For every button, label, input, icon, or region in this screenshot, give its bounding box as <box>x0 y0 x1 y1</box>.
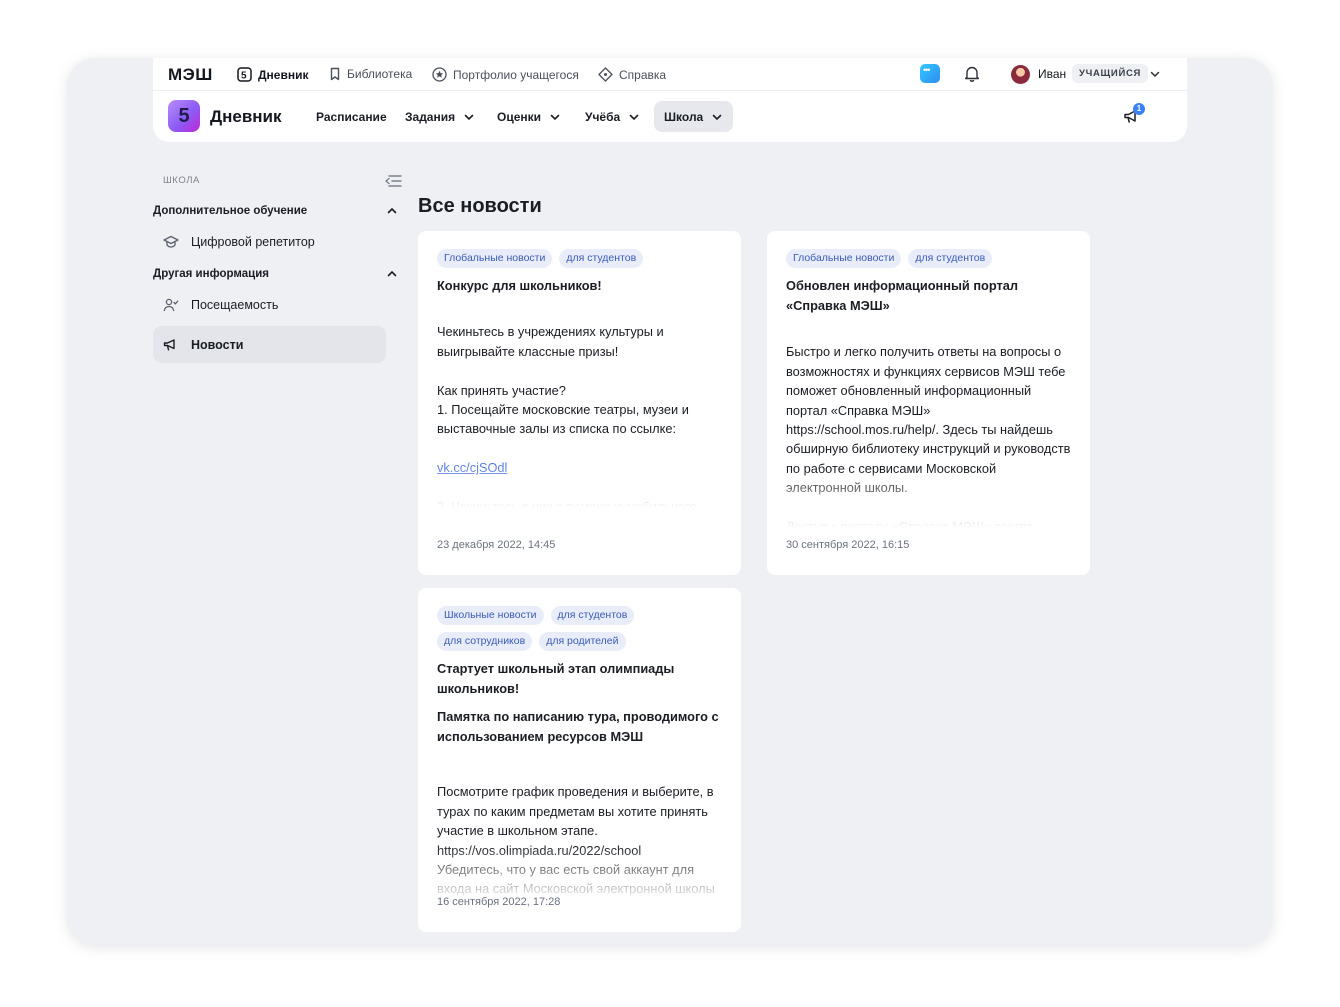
news-body-text: Быстро и легко получить ответы на вопрос… <box>786 344 1071 528</box>
news-card[interactable]: Глобальные новости для студентов Обновле… <box>767 231 1090 575</box>
news-title: Обновлен информационный портал «Справка … <box>786 278 1019 313</box>
nav-assignments[interactable]: Задания <box>395 101 485 132</box>
announcements-badge: 1 <box>1133 103 1145 115</box>
chevron-down-icon <box>712 114 722 120</box>
news-tag[interactable]: для студентов <box>559 249 644 268</box>
news-body: Чекиньтесь в учреждениях культуры и выиг… <box>437 303 722 508</box>
news-body: Посмотрите график проведения и выберите,… <box>437 763 722 903</box>
toplink-help[interactable]: Справка <box>598 67 666 82</box>
news-card[interactable]: Глобальные новости для студентов Конкурс… <box>418 231 741 575</box>
news-tags: Глобальные новости для студентов <box>786 249 1071 268</box>
page-title: Все новости <box>418 195 542 217</box>
news-link[interactable]: vk.cc/cjSOdl <box>437 460 507 475</box>
news-title: Конкурс для школьников! <box>437 278 602 293</box>
chevron-down-icon <box>550 114 560 120</box>
toplink-portfolio[interactable]: Портфолио учащегося <box>432 67 579 82</box>
bell-icon[interactable] <box>964 65 980 82</box>
diamond-help-icon <box>598 67 613 82</box>
news-tag[interactable]: Глобальные новости <box>437 249 553 268</box>
news-title: Стартует школьный этап олимпиады школьни… <box>437 661 675 696</box>
news-tag[interactable]: для родителей <box>539 632 626 651</box>
sidebar-item-news[interactable]: Новости <box>153 326 386 363</box>
sidebar-item-digital-tutor[interactable]: Цифровой репетитор <box>153 223 386 260</box>
news-tag[interactable]: для студентов <box>550 606 635 625</box>
sidebar-item-label: Посещаемость <box>191 297 279 312</box>
nav-label: Расписание <box>316 109 387 124</box>
sidebar-group-extra-education[interactable]: Дополнительное обучение <box>153 205 307 217</box>
news-date: 23 декабря 2022, 14:45 <box>437 539 556 551</box>
chat-icon[interactable] <box>920 64 940 83</box>
app-window: МЭШ 5 Дневник Библиотека Портфолио учаще… <box>67 58 1273 946</box>
nav-schedule[interactable]: Расписание <box>306 101 397 132</box>
top-bar: МЭШ 5 Дневник Библиотека Портфолио учаще… <box>153 58 1187 91</box>
toplink-library[interactable]: Библиотека <box>329 67 412 81</box>
sidebar-section-title: ШКОЛА <box>163 175 200 186</box>
graduation-cap-icon <box>163 235 179 248</box>
user-role-badge: УЧАЩИЙСЯ <box>1072 64 1149 83</box>
news-tag[interactable]: для студентов <box>908 249 993 268</box>
news-body-text: Чекиньтесь в учреждениях культуры и выиг… <box>437 324 689 437</box>
nav-study[interactable]: Учёба <box>575 101 650 132</box>
toplink-label: Дневник <box>258 67 309 82</box>
toplink-label: Библиотека <box>347 67 413 81</box>
star-circle-icon <box>432 67 447 82</box>
nav-label: Учёба <box>585 109 621 124</box>
app-title[interactable]: Дневник <box>210 107 282 127</box>
chevron-up-icon[interactable] <box>386 205 398 217</box>
nav-label: Школа <box>664 109 704 124</box>
nav-label: Оценки <box>497 109 542 124</box>
avatar[interactable] <box>1011 65 1030 84</box>
sidebar-group-other-info[interactable]: Другая информация <box>153 268 269 280</box>
user-name[interactable]: Иван <box>1038 67 1066 81</box>
chevron-down-icon <box>629 114 639 120</box>
chevron-down-icon[interactable] <box>1149 68 1161 80</box>
news-body-text: Посмотрите график проведения и выберите,… <box>437 784 715 903</box>
sidebar-item-label: Цифровой репетитор <box>191 234 315 249</box>
news-date: 16 сентября 2022, 17:28 <box>437 896 561 908</box>
nav-label: Задания <box>405 109 456 124</box>
news-tags: Глобальные новости для студентов <box>437 249 722 268</box>
chevron-up-icon[interactable] <box>386 268 398 280</box>
news-body: Быстро и легко получить ответы на вопрос… <box>786 323 1071 528</box>
news-card[interactable]: Школьные новости для студентов для сотру… <box>418 588 741 932</box>
nav-school[interactable]: Школа <box>654 101 734 132</box>
nav-grades[interactable]: Оценки <box>487 101 571 132</box>
toplink-label: Справка <box>619 67 667 82</box>
sidebar-item-attendance[interactable]: Посещаемость <box>153 286 386 323</box>
header: МЭШ 5 Дневник Библиотека Портфолио учаще… <box>153 58 1187 142</box>
megaphone-icon <box>163 338 175 350</box>
toplink-label: Портфолио учащегося <box>453 67 579 82</box>
news-tag[interactable]: Глобальные новости <box>786 249 902 268</box>
toplink-diary[interactable]: 5 Дневник <box>237 67 308 82</box>
news-body-text: 2. Чекиньтесь в них с помощью мобильного… <box>437 499 697 508</box>
news-tags: Школьные новости для студентов для сотру… <box>437 606 667 651</box>
diary-5-icon: 5 <box>237 67 252 82</box>
app-bar: 5 Дневник Расписание Задания Оценки Учёб… <box>153 91 1187 142</box>
news-subtitle: Памятка по написанию тура, проводимого с… <box>437 709 719 744</box>
news-tag[interactable]: Школьные новости <box>437 606 544 625</box>
news-tag[interactable]: для сотрудников <box>437 632 533 651</box>
svg-text:5: 5 <box>241 71 247 82</box>
collapse-sidebar-icon[interactable] <box>384 174 402 188</box>
bookmark-icon <box>330 67 340 81</box>
diary-app-icon[interactable]: 5 <box>168 100 200 132</box>
mesh-logo[interactable]: МЭШ <box>168 65 213 85</box>
chevron-down-icon <box>464 114 474 120</box>
user-check-icon <box>163 298 179 311</box>
news-date: 30 сентября 2022, 16:15 <box>786 539 910 551</box>
sidebar-item-label: Новости <box>191 337 244 352</box>
